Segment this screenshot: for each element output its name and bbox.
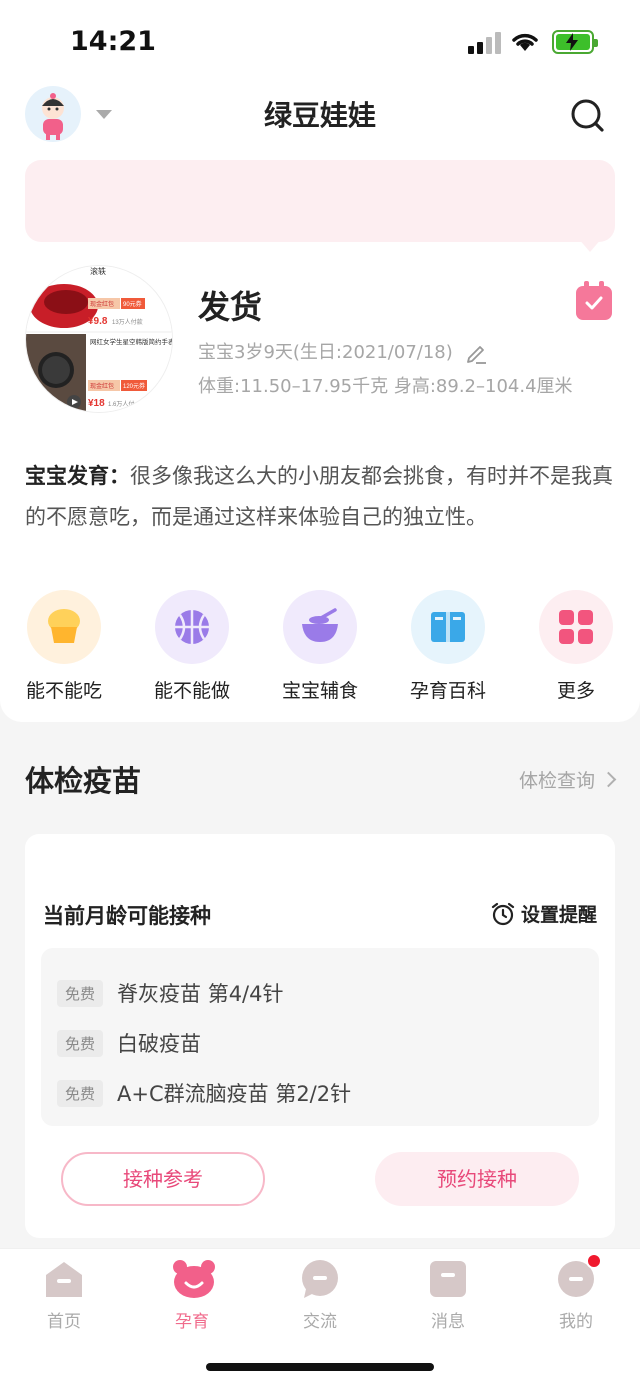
bowl-icon <box>283 590 357 664</box>
tab-community[interactable]: 交流 <box>280 1259 360 1332</box>
bear-icon <box>172 1259 215 1299</box>
quick-more[interactable]: 更多 <box>526 590 626 703</box>
chat-icon <box>300 1259 340 1299</box>
baby-age: 宝宝3岁9天(生日:2021/07/18) <box>198 338 487 364</box>
message-icon <box>428 1259 468 1299</box>
ad-bottom-price: ¥18 <box>88 398 105 409</box>
ad-bottom-tag: 现金红包 <box>90 382 114 390</box>
checkup-query-label: 体检查询 <box>518 770 595 792</box>
free-badge: 免费 <box>57 979 104 1007</box>
vaccine-list: 免费 脊灰疫苗 第4/4针 免费 白破疫苗 免费 A+C群流脑疫苗 第2/2针 <box>41 948 599 1126</box>
status-bar: 14:21 <box>0 0 640 84</box>
chevron-right-icon <box>600 771 617 788</box>
vaccine-name: 脊灰疫苗 第4/4针 <box>117 982 284 1006</box>
free-badge: 免费 <box>57 1029 104 1057</box>
ad-bottom-tag2: 120元券 <box>123 382 145 390</box>
status-time: 14:21 <box>70 26 156 57</box>
quick-can-eat[interactable]: 能不能吃 <box>14 590 114 703</box>
set-reminder-button[interactable]: 设置提醒 <box>491 900 597 927</box>
wifi-icon <box>512 33 538 51</box>
section-title: 体检疫苗 <box>25 764 142 798</box>
profile-icon <box>556 1253 602 1299</box>
ad-top-sold: 13万人付款 <box>112 318 143 326</box>
list-item[interactable]: 免费 A+C群流脑疫苗 第2/2针 <box>41 1068 599 1118</box>
tab-label: 首页 <box>47 1312 81 1332</box>
quick-label: 能不能做 <box>153 680 230 702</box>
ad-top-tag: 现金红包 <box>90 300 114 308</box>
signal-icon <box>468 32 502 54</box>
baby-name: 发货 <box>198 288 263 326</box>
search-icon[interactable] <box>568 96 606 134</box>
vaccine-name: 白破疫苗 <box>117 1032 202 1056</box>
tab-label: 孕育 <box>175 1312 209 1332</box>
vaccination-reference-button[interactable]: 接种参考 <box>61 1152 265 1206</box>
quick-baby-food[interactable]: 宝宝辅食 <box>270 590 370 703</box>
quick-can-do[interactable]: 能不能做 <box>142 590 242 703</box>
book-vaccination-button[interactable]: 预约接种 <box>375 1152 579 1206</box>
development-tip: 宝宝发育：很多像我这么大的小朋友都会挑食，有时并不是我真的不愿意吃，而是通过这样… <box>25 456 617 538</box>
checkup-query-link[interactable]: 体检查询 <box>518 766 617 793</box>
quick-encyclopedia[interactable]: 孕育百科 <box>398 590 498 703</box>
edit-icon[interactable] <box>465 342 487 364</box>
development-label: 宝宝发育： <box>25 464 130 488</box>
ad-top-price: ¥9.8 <box>88 316 108 327</box>
banner-tail <box>578 238 602 252</box>
calendar-icon[interactable] <box>576 281 612 320</box>
tab-label: 我的 <box>559 1312 593 1332</box>
notification-dot <box>586 1253 602 1269</box>
list-item[interactable]: 免费 脊灰疫苗 第4/4针 <box>41 968 599 1018</box>
tab-parenting[interactable]: 孕育 <box>152 1259 232 1332</box>
vaccine-name: A+C群流脑疫苗 第2/2针 <box>117 1082 352 1106</box>
book-icon <box>411 590 485 664</box>
ad-top-title: 滚轶 <box>90 266 106 276</box>
quick-label: 能不能吃 <box>25 680 102 702</box>
tab-label: 消息 <box>431 1312 465 1332</box>
tab-messages[interactable]: 消息 <box>408 1259 488 1332</box>
free-badge: 免费 <box>57 1079 104 1107</box>
alarm-clock-icon <box>491 902 515 926</box>
home-indicator <box>206 1363 434 1371</box>
banner[interactable] <box>25 160 615 242</box>
muffin-icon <box>27 590 101 664</box>
ad-bottom-title: 网红女学生星空韩版简约手表 <box>90 337 173 346</box>
baby-photo[interactable]: 滚轶 现金红包 90元券 ¥9.8 13万人付款 网红女学生星空韩版简约手表 现… <box>25 265 173 413</box>
tab-label: 交流 <box>303 1312 337 1332</box>
quick-label: 宝宝辅食 <box>281 680 358 702</box>
tab-mine[interactable]: 我的 <box>536 1253 616 1332</box>
list-item[interactable]: 免费 白破疫苗 <box>41 1018 599 1068</box>
quick-label: 更多 <box>556 680 595 702</box>
basketball-icon <box>155 590 229 664</box>
ad-top-tag2: 90元券 <box>123 300 142 308</box>
home-icon <box>44 1259 84 1299</box>
reminder-label: 设置提醒 <box>520 904 597 926</box>
tab-home[interactable]: 首页 <box>24 1259 104 1332</box>
card-title: 当前月龄可能接种 <box>43 904 211 928</box>
grid-icon <box>539 590 613 664</box>
baby-measurements: 体重:11.50–17.95千克 身高:89.2–104.4厘米 <box>198 376 573 397</box>
battery-icon <box>552 30 598 54</box>
vaccine-card: 当前月龄可能接种 设置提醒 免费 脊灰疫苗 第4/4针 免费 白破疫苗 免费 A… <box>25 834 615 1238</box>
baby-age-text: 宝宝3岁9天(生日:2021/07/18) <box>198 342 453 363</box>
quick-label: 孕育百科 <box>409 680 486 702</box>
page-title: 绿豆娃娃 <box>263 99 376 132</box>
